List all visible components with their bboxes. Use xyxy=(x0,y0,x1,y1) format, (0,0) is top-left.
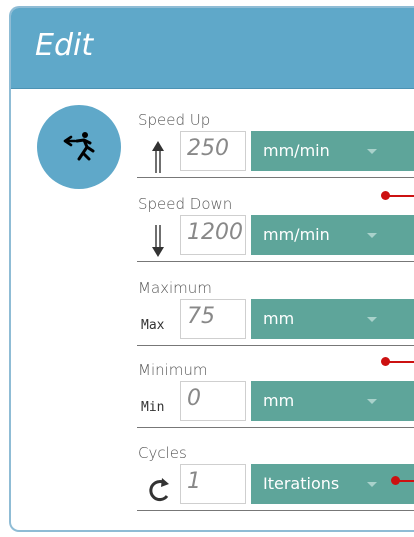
annotation-marker-line xyxy=(388,195,414,197)
speed-down-label: Speed Down xyxy=(138,195,233,213)
minimum-label: Minimum xyxy=(138,361,208,379)
speed-up-unit-select[interactable]: mm/min xyxy=(251,131,414,171)
running-person-arrow-icon xyxy=(63,132,95,161)
minimum-unit-select[interactable]: mm xyxy=(251,381,414,421)
annotation-marker-line xyxy=(388,361,414,363)
field-speed-up: Speed Up 250 mm/min xyxy=(129,111,414,193)
field-maximum: Maximum Max 75 mm xyxy=(129,279,414,361)
divider xyxy=(137,345,414,346)
maximum-label: Maximum xyxy=(138,279,212,297)
maximum-unit-value: mm xyxy=(263,309,295,328)
speed-down-unit-select[interactable]: mm/min xyxy=(251,215,414,255)
maximum-unit-select[interactable]: mm xyxy=(251,299,414,339)
annotation-marker-line xyxy=(398,480,414,482)
divider xyxy=(137,261,414,262)
chevron-down-icon xyxy=(367,317,377,322)
chevron-down-icon xyxy=(367,149,377,154)
cycles-input[interactable]: 1 xyxy=(180,464,246,504)
max-prefix: Max xyxy=(141,318,165,333)
cycles-unit-select[interactable]: Iterations xyxy=(251,464,414,504)
chevron-down-icon xyxy=(367,399,377,404)
speed-up-input[interactable]: 250 xyxy=(180,131,246,171)
chevron-down-icon xyxy=(367,233,377,238)
double-arrow-down-icon xyxy=(152,225,164,257)
mode-button[interactable] xyxy=(37,105,121,189)
minimum-unit-value: mm xyxy=(263,391,295,410)
divider xyxy=(137,177,414,178)
speed-up-label: Speed Up xyxy=(138,111,211,129)
double-arrow-up-icon xyxy=(152,141,164,173)
speed-down-unit-value: mm/min xyxy=(263,225,330,244)
maximum-input[interactable]: 75 xyxy=(180,299,246,339)
field-minimum: Minimum Min 0 mm xyxy=(129,361,414,443)
field-cycles: Cycles 1 Iterations xyxy=(129,444,414,526)
refresh-cycle-icon xyxy=(149,478,169,501)
panel-title: Edit xyxy=(35,28,94,63)
minimum-input[interactable]: 0 xyxy=(180,381,246,421)
speed-down-input[interactable]: 1200 xyxy=(180,215,246,255)
divider xyxy=(137,510,414,511)
field-speed-down: Speed Down 1200 mm/min xyxy=(129,195,414,277)
cycles-unit-value: Iterations xyxy=(263,474,340,493)
min-prefix: Min xyxy=(141,400,165,415)
chevron-down-icon xyxy=(367,482,377,487)
divider xyxy=(137,427,414,428)
cycles-label: Cycles xyxy=(138,444,187,462)
speed-up-unit-value: mm/min xyxy=(263,141,330,160)
panel-header: Edit xyxy=(11,8,414,89)
